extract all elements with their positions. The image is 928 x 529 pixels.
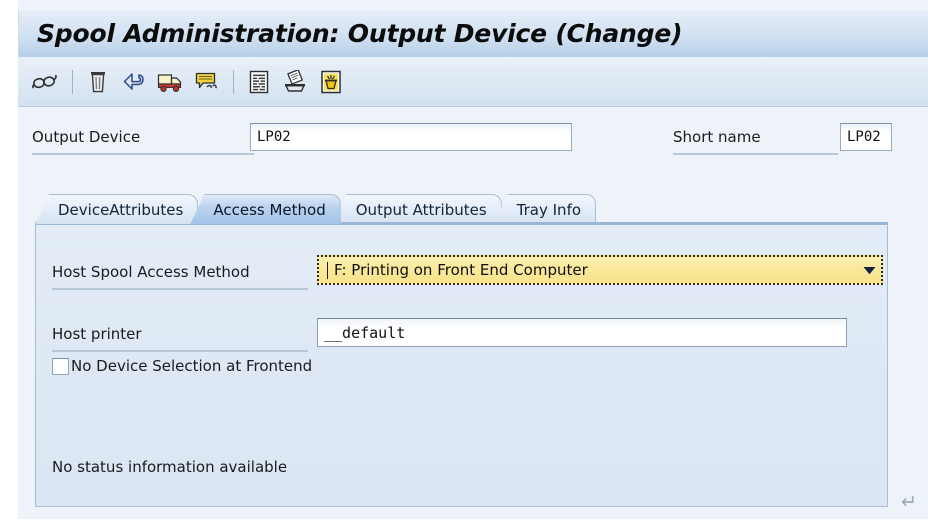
device-status-icon-button[interactable] bbox=[314, 65, 348, 99]
tab-tray-info[interactable]: Tray Info bbox=[493, 194, 597, 224]
host-spool-access-method-label-underline bbox=[52, 288, 308, 290]
no-device-selection-checkbox[interactable] bbox=[52, 357, 69, 375]
status-information-text: No status information available bbox=[52, 458, 288, 476]
left-gutter bbox=[0, 0, 18, 529]
delivery-truck-icon-button[interactable] bbox=[153, 65, 187, 99]
host-spool-access-method-value: F: Printing on Front End Computer bbox=[334, 261, 588, 279]
list-document-icon-button[interactable] bbox=[242, 65, 276, 99]
text-caret bbox=[327, 261, 328, 279]
tab-device-attributes[interactable]: DeviceAttributes bbox=[35, 194, 199, 224]
application-toolbar bbox=[18, 57, 928, 107]
short-name-label: Short name bbox=[673, 128, 761, 146]
tab-label: Tray Info bbox=[516, 200, 582, 219]
output-device-input[interactable] bbox=[250, 123, 572, 151]
tag-note-icon bbox=[195, 72, 217, 88]
output-device-header-row: Output Device Short name bbox=[18, 113, 928, 165]
short-name-input[interactable] bbox=[840, 123, 892, 151]
output-device-label-underline bbox=[32, 153, 254, 155]
host-printer-label-underline bbox=[52, 350, 308, 352]
delete-trash-icon-button[interactable] bbox=[81, 65, 115, 99]
device-status-icon bbox=[321, 70, 341, 93]
tab-label: Output Attributes bbox=[355, 200, 487, 219]
tab-label: Access Method bbox=[213, 200, 326, 219]
tab-strip: DeviceAttributes Access Method Output At… bbox=[35, 192, 597, 224]
undo-arrow-icon bbox=[123, 72, 144, 90]
enter-return-icon: ↵ bbox=[901, 492, 917, 513]
chevron-down-icon[interactable] bbox=[861, 257, 877, 283]
access-method-panel: Host Spool Access Method F: Printing on … bbox=[35, 222, 888, 507]
printer-output-icon-button[interactable] bbox=[278, 65, 312, 99]
delete-trash-icon bbox=[91, 71, 105, 92]
window-title-bar: Spool Administration: Output Device (Cha… bbox=[18, 9, 928, 57]
page-title: Spool Administration: Output Device (Cha… bbox=[37, 19, 683, 48]
undo-arrow-icon-button[interactable] bbox=[117, 65, 151, 99]
tab-access-method[interactable]: Access Method bbox=[190, 194, 341, 224]
printer-output-icon bbox=[285, 69, 305, 92]
delivery-truck-icon bbox=[157, 73, 182, 92]
tab-output-attributes[interactable]: Output Attributes bbox=[332, 194, 502, 224]
toolbar-separator-1 bbox=[72, 69, 73, 94]
host-printer-label: Host printer bbox=[52, 325, 142, 343]
no-device-selection-label: No Device Selection at Frontend bbox=[71, 357, 313, 375]
host-spool-access-method-dropdown[interactable]: F: Printing on Front End Computer bbox=[317, 255, 883, 285]
display-glasses-icon-button[interactable] bbox=[28, 65, 62, 99]
output-device-label: Output Device bbox=[32, 128, 141, 146]
short-name-label-underline bbox=[673, 153, 838, 155]
list-document-icon bbox=[249, 70, 269, 93]
host-printer-input[interactable] bbox=[317, 318, 847, 347]
bottom-gutter bbox=[0, 519, 928, 529]
no-device-selection-checkbox-row[interactable]: No Device Selection at Frontend bbox=[52, 357, 312, 375]
tag-note-icon-button[interactable] bbox=[189, 65, 223, 99]
sap-gui-window: Spool Administration: Output Device (Cha… bbox=[0, 0, 928, 529]
tab-label: DeviceAttributes bbox=[58, 200, 184, 219]
display-glasses-icon bbox=[32, 74, 57, 89]
host-spool-access-method-label: Host Spool Access Method bbox=[52, 263, 250, 281]
toolbar-separator-2 bbox=[233, 69, 234, 94]
